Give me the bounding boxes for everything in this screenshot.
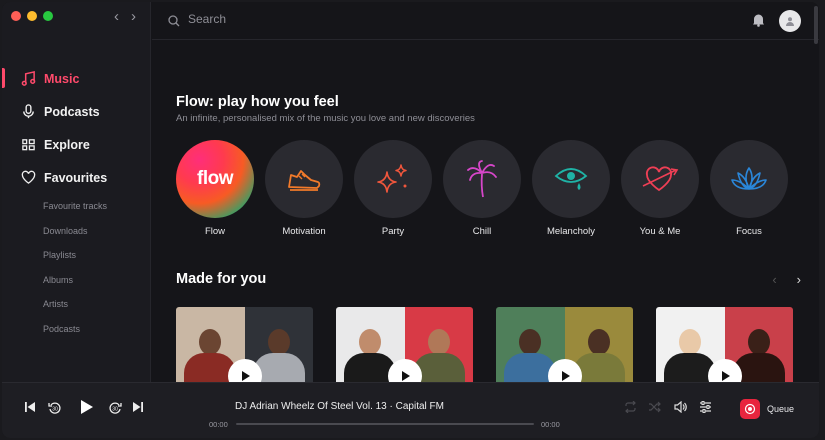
play-icon[interactable] bbox=[707, 359, 742, 382]
sidebar-item-label: Favourites bbox=[44, 170, 108, 185]
top-bar bbox=[152, 2, 819, 40]
window-controls bbox=[11, 11, 53, 21]
sidebar-item-music[interactable]: Music bbox=[2, 62, 151, 95]
bell-icon[interactable] bbox=[752, 13, 765, 32]
flow-logo-icon: flow bbox=[176, 140, 254, 218]
mood-label: Chill bbox=[472, 226, 492, 237]
mood-motivation[interactable]: Motivation bbox=[265, 140, 343, 237]
rewind-30-icon[interactable]: 30 bbox=[48, 401, 62, 415]
carousel-next-icon[interactable]: › bbox=[797, 272, 801, 287]
mood-you-and-me[interactable]: You & Me bbox=[621, 140, 699, 237]
mood-party[interactable]: Party bbox=[354, 140, 432, 237]
crying-eye-icon bbox=[554, 168, 588, 190]
subnav-playlists[interactable]: Playlists bbox=[43, 243, 107, 268]
subnav-downloads[interactable]: Downloads bbox=[43, 219, 107, 244]
forward-30-icon[interactable]: 30 bbox=[108, 401, 122, 415]
heart-icon bbox=[20, 170, 36, 186]
grid-icon bbox=[20, 137, 36, 153]
skip-forward-icon[interactable] bbox=[132, 401, 144, 413]
sidebar-item-podcasts[interactable]: Podcasts bbox=[2, 95, 151, 128]
play-icon[interactable] bbox=[227, 359, 262, 382]
carousel-arrows: ‹ › bbox=[772, 272, 801, 287]
search-icon bbox=[168, 14, 180, 32]
carousel-prev-icon[interactable]: ‹ bbox=[772, 272, 776, 287]
shuffle-icon[interactable] bbox=[648, 401, 661, 413]
equalizer-icon[interactable] bbox=[699, 401, 712, 413]
mood-label: You & Me bbox=[639, 226, 681, 237]
mood-chill[interactable]: Chill bbox=[443, 140, 521, 237]
sidebar-nav: Music Podcasts Explore Favourites bbox=[2, 62, 151, 194]
favourites-subnav: Favourite tracks Downloads Playlists Alb… bbox=[43, 194, 107, 341]
history-nav: ‹ › bbox=[114, 8, 136, 25]
heart-arrow-icon bbox=[642, 166, 679, 192]
palm-tree-icon bbox=[467, 160, 497, 198]
subnav-albums[interactable]: Albums bbox=[43, 268, 107, 293]
playlist-card[interactable] bbox=[656, 307, 793, 382]
lotus-icon bbox=[731, 167, 767, 190]
mood-label: Flow bbox=[204, 226, 226, 237]
remaining-time: 00:00 bbox=[541, 420, 560, 429]
minimize-window-button[interactable] bbox=[27, 11, 37, 21]
repeat-icon[interactable] bbox=[624, 401, 637, 413]
avatar[interactable] bbox=[779, 10, 801, 32]
skip-back-icon[interactable] bbox=[24, 401, 36, 413]
elapsed-time: 00:00 bbox=[209, 420, 228, 429]
flow-logo-text: flow bbox=[197, 168, 234, 189]
main-content: Flow: play how you feel An infinite, per… bbox=[152, 41, 813, 382]
mood-label: Party bbox=[381, 226, 405, 237]
player-bar: 30 30 DJ Adrian Wheelz Of Steel Vol. 13 … bbox=[2, 382, 819, 438]
svg-text:30: 30 bbox=[112, 407, 118, 413]
queue-icon bbox=[740, 399, 760, 419]
sidebar-item-explore[interactable]: Explore bbox=[2, 128, 151, 161]
flow-section-title: Flow: play how you feel bbox=[176, 94, 339, 110]
music-note-icon bbox=[20, 71, 36, 87]
queue-label: Queue bbox=[767, 404, 795, 414]
playlist-card[interactable] bbox=[176, 307, 313, 382]
sparkles-icon bbox=[377, 164, 407, 193]
play-button[interactable] bbox=[78, 399, 94, 415]
volume-icon[interactable] bbox=[674, 401, 687, 413]
playlist-card[interactable] bbox=[336, 307, 473, 382]
svg-text:30: 30 bbox=[52, 407, 58, 413]
back-arrow-icon[interactable]: ‹ bbox=[114, 8, 119, 25]
queue-button[interactable]: Queue bbox=[740, 399, 794, 419]
microphone-icon bbox=[20, 104, 36, 120]
sidebar-item-favourites[interactable]: Favourites bbox=[2, 161, 151, 194]
mood-label: Focus bbox=[736, 226, 762, 237]
mood-list: flow Flow Motivation Party Chill Melanch… bbox=[176, 140, 788, 237]
now-playing-title: DJ Adrian Wheelz Of Steel Vol. 13 · Capi… bbox=[235, 401, 444, 412]
sidebar-item-label: Podcasts bbox=[44, 104, 100, 119]
play-icon[interactable] bbox=[547, 359, 582, 382]
mood-focus[interactable]: Focus bbox=[710, 140, 788, 237]
subnav-artists[interactable]: Artists bbox=[43, 292, 107, 317]
progress-bar[interactable] bbox=[236, 423, 534, 425]
search-input[interactable] bbox=[188, 12, 588, 26]
forward-arrow-icon[interactable]: › bbox=[131, 8, 136, 25]
mood-label: Motivation bbox=[282, 226, 326, 237]
sneaker-icon bbox=[288, 170, 321, 191]
sidebar: ‹ › Music Podcasts Explore Favourites Fa… bbox=[2, 2, 151, 382]
flow-section-subtitle: An infinite, personalised mix of the mus… bbox=[176, 113, 475, 124]
mood-label: Melancholy bbox=[546, 226, 596, 237]
sidebar-item-label: Music bbox=[44, 71, 80, 86]
subnav-podcasts[interactable]: Podcasts bbox=[43, 317, 107, 342]
sidebar-item-label: Explore bbox=[44, 137, 90, 152]
zoom-window-button[interactable] bbox=[43, 11, 53, 21]
play-icon[interactable] bbox=[387, 359, 422, 382]
main-scrollbar[interactable] bbox=[813, 2, 819, 382]
made-for-you-title: Made for you bbox=[176, 271, 267, 287]
subnav-favourite-tracks[interactable]: Favourite tracks bbox=[43, 194, 107, 219]
close-window-button[interactable] bbox=[11, 11, 21, 21]
app-window: ‹ › Music Podcasts Explore Favourites Fa… bbox=[2, 2, 819, 438]
mood-flow[interactable]: flow Flow bbox=[176, 140, 254, 237]
mood-melancholy[interactable]: Melancholy bbox=[532, 140, 610, 237]
playlist-card[interactable] bbox=[496, 307, 633, 382]
made-for-you-cards bbox=[176, 307, 793, 382]
